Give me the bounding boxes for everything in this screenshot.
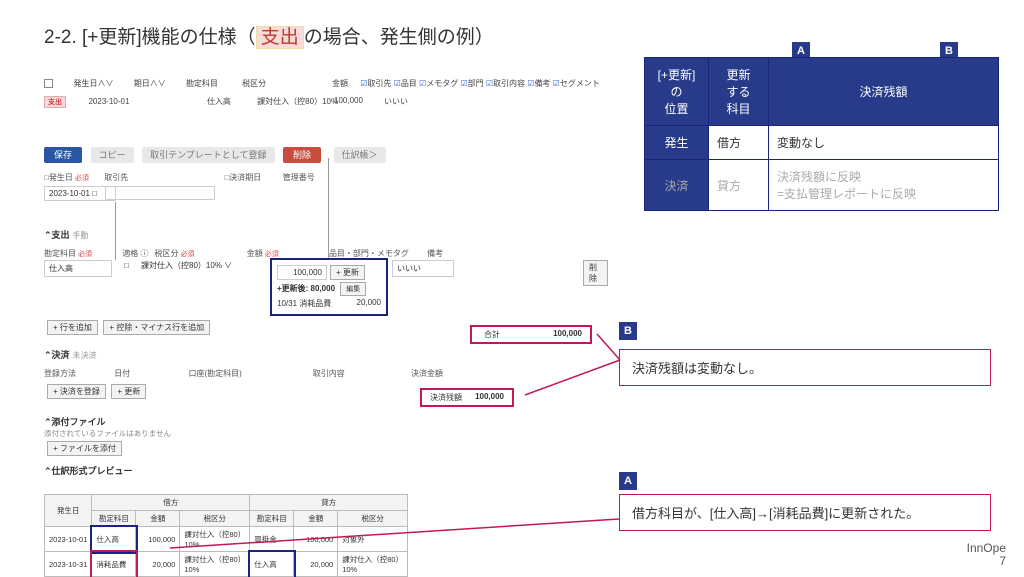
annotation-debit: 借方科目が、[仕入高]→[消耗品費]に更新された。 bbox=[619, 494, 991, 531]
journal-button[interactable]: 仕訳帳＞ bbox=[334, 147, 386, 163]
badge-a-inline: A bbox=[619, 472, 637, 490]
settlement-section-header: ⌃決済未決済 bbox=[44, 348, 97, 361]
edit-button[interactable]: 編集 bbox=[340, 282, 366, 296]
journal-preview-table: 発生日 借方 貸方 勘定科目金額税区分 勘定科目金額税区分 2023-10-01… bbox=[44, 494, 408, 577]
page-title: 2-2. [+更新]機能の仕様（支出の場合、発生側の例） bbox=[44, 22, 494, 49]
filter-bar: 発生日∧∨ 期日∧∨ 勘定科目 税区分 金額 ☑取引先 ☑品目 ☑メモタグ ☑部… bbox=[44, 78, 608, 89]
row-delete-button[interactable]: 削除 bbox=[583, 260, 608, 286]
update-popup: 100,000+ 更新 +更新後: 80,000 編集 10/31 消耗品費 2… bbox=[270, 258, 388, 316]
data-row[interactable]: 支出 2023-10-01 仕入高 課対仕入（控80）10% 100,000 い… bbox=[44, 96, 608, 108]
badge-b-inline: B bbox=[619, 322, 637, 340]
add-row-buttons: + 行を追加 + 控除・マイナス行を追加 bbox=[44, 320, 210, 335]
guide-line bbox=[328, 158, 329, 258]
account-input[interactable]: 仕入高 bbox=[44, 260, 112, 277]
amount-input[interactable]: 100,000 bbox=[277, 265, 327, 280]
table-row: 2023-10-01 仕入高 100,000 課対仕入（控80） 10% 買掛金… bbox=[45, 527, 408, 552]
update-button[interactable]: + 更新 bbox=[330, 265, 365, 280]
add-row-button[interactable]: + 行を追加 bbox=[47, 320, 98, 335]
expense-tag: 支出 bbox=[44, 96, 66, 108]
expense-section-header: ⌃支出手動 bbox=[44, 228, 89, 241]
partner-input[interactable] bbox=[105, 186, 215, 200]
eligible-checkbox[interactable]: □ bbox=[115, 261, 139, 270]
guide-line bbox=[115, 202, 116, 260]
settlement-row: + 決済を登録 + 更新 bbox=[44, 384, 146, 399]
update-spec-table: [+更新] の 位置 更新 する 科目 決済残額 発生 借方 変動なし 決済 貸… bbox=[644, 57, 999, 211]
memo-input[interactable]: いいい bbox=[392, 260, 454, 277]
attachments-section: ⌃添付ファイル 添付されているファイルはありません + ファイルを添付 ⌃仕訳形… bbox=[44, 415, 171, 477]
total-box: 合計100,000 bbox=[470, 325, 592, 344]
highlight-expense: 支出 bbox=[256, 26, 304, 49]
save-button[interactable]: 保存 bbox=[44, 147, 82, 163]
tax-select[interactable]: 課対仕入（控80）10% ∨ bbox=[141, 260, 239, 271]
add-minus-row-button[interactable]: + 控除・マイナス行を追加 bbox=[103, 320, 210, 335]
delete-button[interactable]: 削除 bbox=[283, 147, 321, 163]
settlement-update-button[interactable]: + 更新 bbox=[111, 384, 146, 399]
attach-file-button[interactable]: + ファイルを添付 bbox=[47, 441, 122, 456]
settlement-col-headers: 登録方法 日付 口座(勘定科目) 取引内容 決済金額 bbox=[44, 368, 443, 379]
balance-box: 決済残額100,000 bbox=[420, 388, 514, 407]
copy-button[interactable]: コピー bbox=[91, 147, 134, 163]
template-button[interactable]: 取引テンプレートとして登録 bbox=[142, 147, 274, 163]
annotation-balance: 決済残額は変動なし。 bbox=[619, 349, 991, 386]
form-labels: □発生日必須 取引先 □決済期日 管理番号 bbox=[44, 172, 315, 183]
footer: InnOpe7 bbox=[967, 542, 1006, 568]
table-row: 2023-10-31 消耗品費 20,000 課対仕入（控80） 10% 仕入高… bbox=[45, 552, 408, 577]
journal-preview-header: ⌃仕訳形式プレビュー bbox=[44, 464, 171, 477]
action-row: 保存 コピー 取引テンプレートとして登録 削除 仕訳帳＞ bbox=[44, 148, 386, 161]
add-settlement-button[interactable]: + 決済を登録 bbox=[47, 384, 106, 399]
select-all-checkbox[interactable] bbox=[44, 79, 53, 88]
